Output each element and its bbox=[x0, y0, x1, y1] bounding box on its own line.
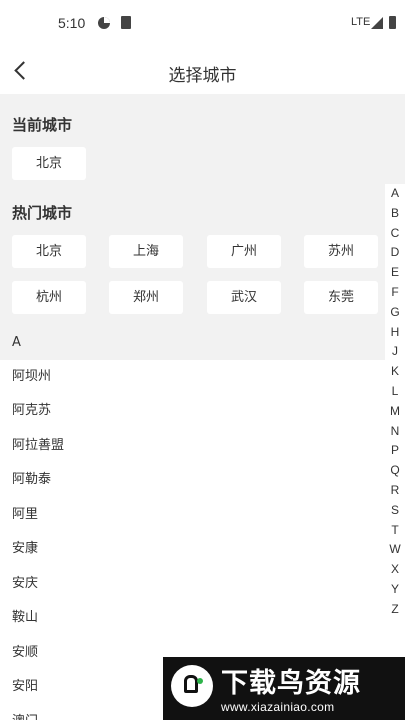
city-list-item[interactable]: 阿坝州 bbox=[12, 360, 51, 394]
city-list-item[interactable]: 阿里 bbox=[12, 498, 38, 532]
index-letter[interactable]: W bbox=[385, 542, 405, 556]
hot-city-chip[interactable]: 东莞 bbox=[304, 281, 378, 314]
index-letter[interactable]: S bbox=[385, 503, 405, 517]
battery-icon bbox=[389, 16, 396, 29]
hot-city-chip[interactable]: 苏州 bbox=[304, 235, 378, 268]
index-letter[interactable]: P bbox=[385, 443, 405, 457]
hot-city-chip[interactable]: 武汉 bbox=[207, 281, 281, 314]
watermark-banner: 下载鸟资源 www.xiazainiao.com bbox=[163, 657, 405, 720]
index-letter[interactable]: E bbox=[385, 265, 405, 279]
hot-city-chip[interactable]: 上海 bbox=[109, 235, 183, 268]
signal-icon bbox=[371, 17, 383, 29]
city-list-item[interactable]: 鞍山 bbox=[12, 601, 38, 635]
city-list-item[interactable]: 安顺 bbox=[12, 636, 38, 670]
index-letter[interactable]: B bbox=[385, 206, 405, 220]
city-selection-area: 当前城市 北京 热门城市 北京 上海 广州 苏州 杭州 郑州 武汉 东莞 bbox=[0, 94, 405, 360]
city-list-item[interactable]: 阿勒泰 bbox=[12, 463, 51, 497]
index-letter[interactable]: R bbox=[385, 483, 405, 497]
index-letter[interactable]: Y bbox=[385, 582, 405, 596]
index-letter[interactable]: A bbox=[385, 186, 405, 200]
index-letter[interactable]: J bbox=[385, 344, 405, 358]
city-list-item[interactable]: 安庆 bbox=[12, 567, 38, 601]
city-picker-page: 5:10 LTE 选择城市 当前城市 北京 热门城市 北京 上海 广州 苏州 杭… bbox=[0, 0, 405, 720]
sim-card-icon bbox=[121, 16, 131, 29]
alphabet-index-bar[interactable]: ABCDEFGHJKLMNPQRSTWXYZ bbox=[385, 184, 405, 624]
hot-cities-title: 热门城市 bbox=[12, 204, 73, 222]
hot-city-chip[interactable]: 郑州 bbox=[109, 281, 183, 314]
city-list-item[interactable]: 阿拉善盟 bbox=[12, 429, 64, 463]
index-letter[interactable]: X bbox=[385, 562, 405, 576]
index-letter[interactable]: L bbox=[385, 384, 405, 398]
page-title: 选择城市 bbox=[168, 66, 237, 86]
sync-icon bbox=[98, 17, 110, 29]
index-letter[interactable]: T bbox=[385, 523, 405, 537]
current-city-chip[interactable]: 北京 bbox=[12, 147, 86, 180]
city-list-item[interactable]: 澳门 bbox=[12, 705, 38, 720]
network-type: LTE bbox=[351, 16, 371, 28]
index-letter[interactable]: D bbox=[385, 245, 405, 259]
watermark-title: 下载鸟资源 bbox=[221, 668, 361, 699]
city-list-item[interactable]: 阿克苏 bbox=[12, 394, 51, 428]
hot-city-chip[interactable]: 杭州 bbox=[12, 281, 86, 314]
header-bar: 选择城市 bbox=[0, 48, 405, 94]
index-letter[interactable]: N bbox=[385, 424, 405, 438]
letter-section-header: A bbox=[0, 326, 385, 360]
index-letter[interactable]: M bbox=[385, 404, 405, 418]
city-list-item[interactable]: 安康 bbox=[12, 532, 38, 566]
index-letter[interactable]: G bbox=[385, 305, 405, 319]
index-letter[interactable]: K bbox=[385, 364, 405, 378]
index-letter[interactable]: C bbox=[385, 226, 405, 240]
index-letter[interactable]: Z bbox=[385, 602, 405, 616]
hot-city-chip[interactable]: 北京 bbox=[12, 235, 86, 268]
city-list-item[interactable]: 安阳 bbox=[12, 670, 38, 704]
index-letter[interactable]: F bbox=[385, 285, 405, 299]
watermark-url: www.xiazainiao.com bbox=[221, 700, 335, 714]
current-city-title: 当前城市 bbox=[12, 116, 73, 134]
index-letter[interactable]: H bbox=[385, 325, 405, 339]
status-bar: 5:10 LTE bbox=[0, 0, 405, 48]
hot-city-chip[interactable]: 广州 bbox=[207, 235, 281, 268]
index-letter[interactable]: Q bbox=[385, 463, 405, 477]
status-time: 5:10 bbox=[58, 15, 86, 31]
bird-logo-icon bbox=[171, 665, 213, 707]
